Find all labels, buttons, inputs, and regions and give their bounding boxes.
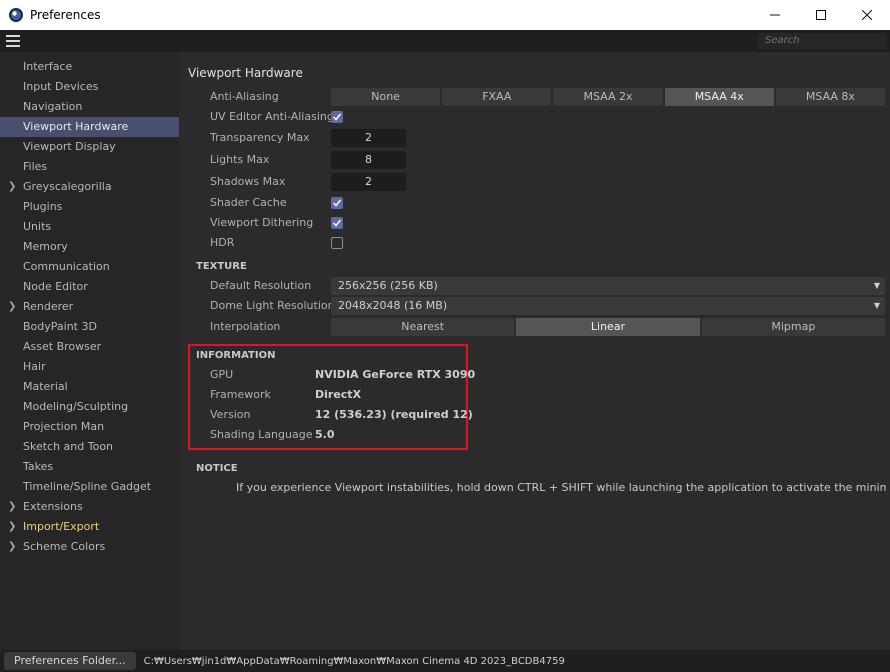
chevron-right-icon[interactable]: ❯: [8, 297, 16, 317]
shading-language-value: 5.0: [315, 428, 335, 441]
sidebar-item-node-editor[interactable]: Node Editor: [0, 277, 179, 297]
anti-aliasing-label: Anti-Aliasing: [210, 90, 279, 103]
sidebar-item-memory[interactable]: Memory: [0, 237, 179, 257]
status-bar: Preferences Folder... C:₩Users₩jin1d₩App…: [0, 650, 890, 672]
anti-aliasing-selector: None FXAA MSAA 2x MSAA 4x MSAA 8x: [331, 88, 886, 106]
information-section-heading: INFORMATION: [196, 350, 276, 361]
viewport-dithering-label: Viewport Dithering: [210, 216, 314, 229]
uv-editor-anti-aliasing-checkbox[interactable]: [331, 111, 343, 123]
minimize-icon: [770, 14, 780, 16]
anti-aliasing-option-fxaa[interactable]: FXAA: [442, 88, 552, 106]
chevron-right-icon[interactable]: ❯: [8, 537, 16, 557]
chevron-right-icon[interactable]: ❯: [8, 517, 16, 537]
settings-panel: Viewport Hardware Anti-Aliasing None FXA…: [180, 52, 890, 650]
sidebar-item-interface[interactable]: Interface: [0, 57, 179, 77]
dome-light-resolution-label: Dome Light Resolution: [210, 299, 335, 312]
interpolation-option-nearest[interactable]: Nearest: [331, 318, 515, 336]
cinema4d-logo-icon: [9, 8, 23, 22]
default-resolution-dropdown[interactable]: 256x256 (256 KB) ▼: [331, 277, 885, 295]
interpolation-option-linear[interactable]: Linear: [516, 318, 700, 336]
viewport-dithering-checkbox[interactable]: [331, 217, 343, 229]
sidebar-item-greyscalegorilla[interactable]: ❯ Greyscalegorilla: [0, 177, 179, 197]
anti-aliasing-option-msaa-4x[interactable]: MSAA 4x: [664, 88, 774, 106]
sidebar-item-viewport-display[interactable]: Viewport Display: [0, 137, 179, 157]
minimize-button[interactable]: [752, 0, 798, 30]
sidebar-item-navigation[interactable]: Navigation: [0, 97, 179, 117]
shadows-max-field[interactable]: 2: [331, 173, 406, 191]
checkmark-icon: [332, 199, 342, 207]
interpolation-selector: Nearest Linear Mipmap: [331, 318, 885, 336]
gpu-value: NVIDIA GeForce RTX 3090: [315, 368, 476, 381]
sidebar-item-projection-man[interactable]: Projection Man: [0, 417, 179, 437]
page-title: Viewport Hardware: [188, 66, 303, 80]
sidebar-item-timeline-spline-gadget[interactable]: Timeline/Spline Gadget: [0, 477, 179, 497]
transparency-max-field[interactable]: 2: [331, 129, 406, 147]
preferences-path: C:₩Users₩jin1d₩AppData₩Roaming₩Maxon₩Max…: [143, 655, 565, 667]
shader-cache-label: Shader Cache: [210, 196, 287, 209]
maximize-button[interactable]: [798, 0, 844, 30]
checkmark-icon: [332, 113, 342, 121]
window-title: Preferences: [30, 8, 101, 22]
window-controls: [752, 0, 890, 30]
sidebar-item-input-devices[interactable]: Input Devices: [0, 77, 179, 97]
version-value: 12 (536.23) (required 12): [315, 408, 473, 421]
version-label: Version: [210, 408, 251, 421]
sidebar-item-plugins[interactable]: Plugins: [0, 197, 179, 217]
interpolation-label: Interpolation: [210, 320, 281, 333]
anti-aliasing-option-none[interactable]: None: [331, 88, 441, 106]
sidebar-item-import-export[interactable]: ❯ Import/Export: [0, 517, 179, 537]
hdr-checkbox[interactable]: [331, 237, 343, 249]
checkmark-icon: [332, 219, 342, 227]
maximize-icon: [816, 10, 826, 20]
sidebar-item-renderer[interactable]: ❯ Renderer: [0, 297, 179, 317]
dropdown-arrow-icon: ▼: [873, 301, 880, 310]
preferences-folder-button[interactable]: Preferences Folder...: [4, 652, 136, 670]
shader-cache-checkbox[interactable]: [331, 197, 343, 209]
close-icon: [862, 10, 872, 20]
sidebar-item-modeling-sculpting[interactable]: Modeling/Sculpting: [0, 397, 179, 417]
framework-label: Framework: [210, 388, 271, 401]
preferences-sidebar: Interface Input Devices Navigation Viewp…: [0, 52, 179, 650]
interpolation-option-mipmap[interactable]: Mipmap: [701, 318, 885, 336]
search-input[interactable]: [757, 33, 887, 49]
lights-max-field[interactable]: 8: [331, 151, 406, 169]
sidebar-item-communication[interactable]: Communication: [0, 257, 179, 277]
chevron-right-icon[interactable]: ❯: [8, 497, 16, 517]
top-toolbar: [0, 30, 890, 52]
sidebar-item-material[interactable]: Material: [0, 377, 179, 397]
lights-max-label: Lights Max: [210, 153, 270, 166]
sidebar-item-bodypaint-3d[interactable]: BodyPaint 3D: [0, 317, 179, 337]
texture-section-heading: TEXTURE: [196, 261, 247, 272]
default-resolution-label: Default Resolution: [210, 279, 312, 292]
sidebar-item-sketch-and-toon[interactable]: Sketch and Toon: [0, 437, 179, 457]
sidebar-item-asset-browser[interactable]: Asset Browser: [0, 337, 179, 357]
sidebar-item-files[interactable]: Files: [0, 157, 179, 177]
uv-editor-anti-aliasing-label: UV Editor Anti-Aliasing: [210, 110, 334, 123]
dome-light-resolution-dropdown[interactable]: 2048x2048 (16 MB) ▼: [331, 297, 885, 315]
notice-text: If you experience Viewport instabilities…: [236, 481, 886, 494]
window-titlebar: Preferences: [0, 0, 890, 30]
chevron-right-icon[interactable]: ❯: [8, 177, 16, 197]
sidebar-item-viewport-hardware[interactable]: Viewport Hardware: [0, 117, 179, 137]
sidebar-item-units[interactable]: Units: [0, 217, 179, 237]
gpu-label: GPU: [210, 368, 234, 381]
anti-aliasing-option-msaa-8x[interactable]: MSAA 8x: [775, 88, 886, 106]
hamburger-menu-icon[interactable]: [6, 35, 20, 47]
shadows-max-label: Shadows Max: [210, 175, 286, 188]
dropdown-arrow-icon: ▼: [873, 281, 880, 290]
sidebar-item-takes[interactable]: Takes: [0, 457, 179, 477]
shading-language-label: Shading Language: [210, 428, 313, 441]
sidebar-item-extensions[interactable]: ❯ Extensions: [0, 497, 179, 517]
sidebar-item-scheme-colors[interactable]: ❯ Scheme Colors: [0, 537, 179, 557]
sidebar-item-hair[interactable]: Hair: [0, 357, 179, 377]
framework-value: DirectX: [315, 388, 362, 401]
notice-section-heading: NOTICE: [196, 463, 238, 474]
close-button[interactable]: [844, 0, 890, 30]
anti-aliasing-option-msaa-2x[interactable]: MSAA 2x: [553, 88, 663, 106]
hdr-label: HDR: [210, 236, 235, 249]
transparency-max-label: Transparency Max: [210, 131, 310, 144]
